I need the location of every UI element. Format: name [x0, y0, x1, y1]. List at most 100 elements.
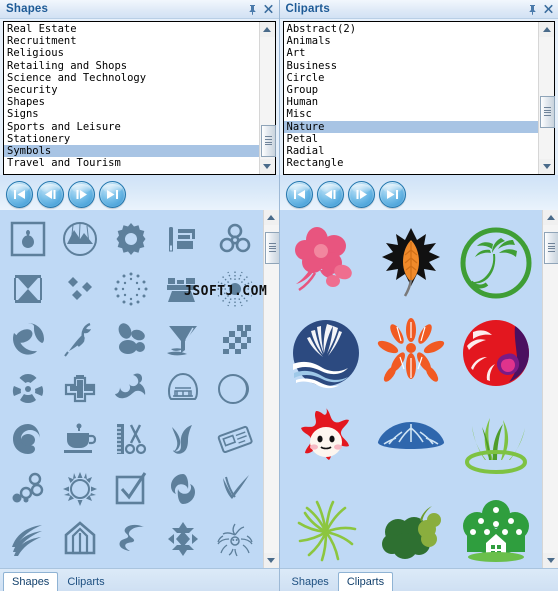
previous-button[interactable] — [316, 180, 344, 208]
list-item[interactable]: Business — [284, 60, 539, 72]
ink-well-pen-icon[interactable] — [157, 214, 209, 264]
checkbox-tick-icon[interactable] — [105, 464, 157, 514]
list-item[interactable]: Animals — [284, 35, 539, 47]
factory-icon[interactable] — [157, 264, 209, 314]
scroll-down-icon[interactable] — [543, 553, 558, 568]
list-item[interactable]: Retailing and Shops — [4, 60, 259, 72]
biohazard-icon[interactable] — [209, 214, 261, 264]
scroll-down-icon[interactable] — [259, 159, 275, 174]
list-item[interactable]: Human — [284, 96, 539, 108]
target-rings-icon[interactable] — [54, 564, 106, 568]
cliparts-gallery-scrollbar[interactable] — [542, 210, 558, 568]
previous-button[interactable] — [37, 180, 64, 208]
scroll-track[interactable] — [259, 37, 276, 159]
wave-lines-icon[interactable] — [2, 514, 54, 564]
scroll-thumb[interactable] — [544, 231, 558, 264]
pinwheel-swirl-icon[interactable] — [157, 464, 209, 514]
list-item[interactable]: Religious — [4, 47, 259, 59]
tab-cliparts[interactable]: Cliparts — [337, 572, 394, 591]
shield-pentagon-icon[interactable] — [54, 514, 106, 564]
cliparts-category-list[interactable]: Abstract(2) Animals Art Business Circle … — [282, 21, 555, 175]
coffee-cup-icon[interactable] — [54, 414, 106, 464]
medical-cross-icon[interactable] — [54, 364, 106, 414]
close-icon[interactable] — [261, 2, 277, 17]
orange-flower-burst-clipart[interactable] — [368, 308, 453, 398]
list-item[interactable]: Radial — [284, 145, 539, 157]
scroll-up-icon[interactable] — [543, 210, 558, 225]
blue-fountain-clipart[interactable] — [368, 398, 453, 488]
cliparts-list-scrollbar[interactable] — [538, 22, 555, 174]
shapes-gallery-scrollbar[interactable] — [262, 210, 279, 568]
scroll-track[interactable] — [263, 225, 279, 553]
orange-maple-leaf-clipart[interactable] — [368, 218, 453, 308]
list-item[interactable]: Petal — [284, 133, 539, 145]
next-button[interactable] — [347, 180, 375, 208]
ribbon-wave-icon[interactable] — [157, 414, 209, 464]
blue-leaf-circle-clipart[interactable] — [284, 308, 369, 398]
scroll-down-icon[interactable] — [263, 553, 279, 568]
gear-icon[interactable] — [105, 214, 157, 264]
scroll-up-icon[interactable] — [263, 210, 279, 225]
feather-quill-icon[interactable] — [54, 314, 106, 364]
cliparts-gallery-scrollarea[interactable] — [280, 210, 543, 568]
hourglass-icon[interactable] — [2, 264, 54, 314]
bubbles-icon[interactable] — [2, 464, 54, 514]
list-item[interactable]: Shapes — [4, 96, 259, 108]
list-item[interactable]: Recruitment — [4, 35, 259, 47]
green-pinwheel-grass-clipart[interactable] — [284, 488, 369, 568]
list-item[interactable]: Rectangle — [284, 157, 539, 169]
list-item[interactable]: Abstract(2) — [284, 23, 539, 35]
scroll-track[interactable] — [539, 37, 555, 159]
last-button[interactable] — [99, 180, 126, 208]
shapes-list-scrollbar[interactable] — [258, 22, 276, 174]
scroll-thumb[interactable] — [260, 124, 276, 157]
list-item[interactable]: Sports and Leisure — [4, 121, 259, 133]
sphere-swoosh-icon[interactable] — [2, 314, 54, 364]
list-item-selected[interactable]: Symbols — [4, 144, 259, 158]
red-poppy-circle-clipart[interactable] — [453, 308, 538, 398]
last-button[interactable] — [378, 180, 406, 208]
shapes-category-list[interactable]: Real Estate Recruitment Religious Retail… — [3, 21, 276, 175]
next-button[interactable] — [68, 180, 95, 208]
mountain-circle-icon[interactable] — [54, 214, 106, 264]
four-diamonds-icon[interactable] — [54, 264, 106, 314]
water-jar-icon[interactable] — [2, 564, 54, 568]
green-clover-clipart[interactable] — [368, 488, 453, 568]
mountain-cliff-icon[interactable] — [157, 564, 209, 568]
pear-in-frame-icon[interactable] — [2, 214, 54, 264]
checker-fade-icon[interactable] — [209, 314, 261, 364]
pin-icon[interactable] — [524, 2, 540, 17]
list-item[interactable]: Misc — [284, 108, 539, 120]
pin-icon[interactable] — [245, 2, 261, 17]
dome-tent-icon[interactable] — [157, 364, 209, 414]
pink-hibiscus-clipart[interactable] — [284, 218, 369, 308]
fireworks-icon[interactable] — [209, 514, 261, 564]
first-button[interactable] — [6, 180, 33, 208]
close-icon[interactable] — [540, 2, 556, 17]
list-item[interactable]: Stationery — [4, 133, 259, 145]
scroll-down-icon[interactable] — [539, 159, 554, 174]
green-tree-house-clipart[interactable] — [453, 488, 538, 568]
steam-swirl-icon[interactable] — [209, 564, 261, 568]
tab-shapes[interactable]: Shapes — [283, 572, 338, 591]
scroll-track[interactable] — [543, 225, 558, 553]
list-item[interactable]: Signs — [4, 108, 259, 120]
list-item[interactable]: Art — [284, 47, 539, 59]
dotted-ring-icon[interactable] — [105, 264, 157, 314]
radiation-icon[interactable] — [2, 364, 54, 414]
winding-river-icon[interactable] — [105, 514, 157, 564]
list-item-selected[interactable]: Nature — [283, 120, 538, 133]
sun-rays-icon[interactable] — [54, 464, 106, 514]
koi-fish-icon[interactable] — [105, 364, 157, 414]
ruler-scissors-icon[interactable] — [105, 414, 157, 464]
shapes-gallery-scrollarea[interactable] — [0, 210, 263, 568]
aztec-star-icon[interactable] — [157, 514, 209, 564]
scroll-thumb[interactable] — [540, 95, 555, 128]
list-item[interactable]: Science and Technology — [4, 72, 259, 84]
list-item[interactable]: Travel and Tourism — [4, 157, 259, 169]
scroll-up-icon[interactable] — [539, 22, 554, 37]
red-sun-face-clipart[interactable] — [284, 398, 369, 488]
abstract-blob-icon[interactable] — [105, 314, 157, 364]
first-button[interactable] — [285, 180, 313, 208]
eye-swirl-icon[interactable] — [2, 414, 54, 464]
